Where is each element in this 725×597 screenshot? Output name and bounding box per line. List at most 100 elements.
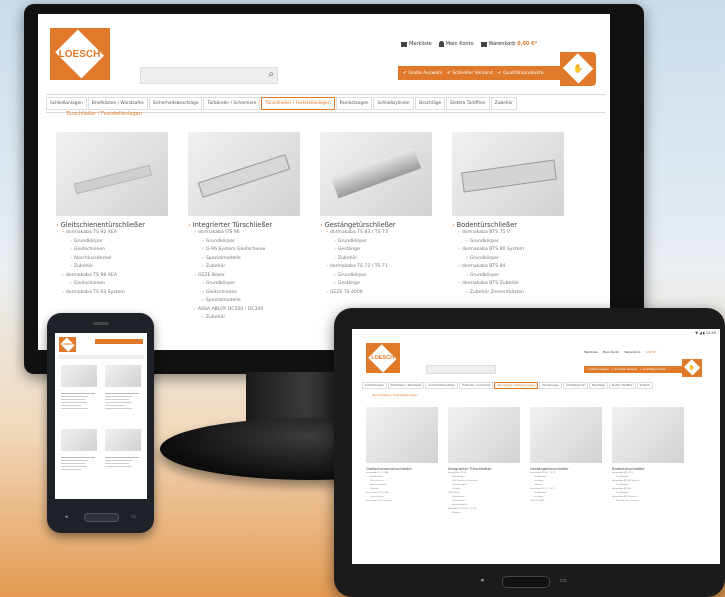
nav-item[interactable]: Briefkästen / Wandsafes [388,382,425,389]
product-image[interactable] [61,365,97,387]
list-item[interactable]: Zubehör Zementkästen [612,499,684,503]
product-image[interactable] [320,132,432,216]
list-item[interactable]: › Grundkörper [56,238,168,247]
nav-item[interactable]: Zubehör [490,97,517,110]
product-image[interactable] [105,429,141,451]
list-item[interactable]: › Gleitschienen [56,246,168,255]
product-image[interactable] [105,365,141,387]
home-button[interactable] [84,513,119,522]
list-item[interactable]: › Zubehör [320,255,432,264]
list-item[interactable]: › dormakaba BTS Zubehör [452,280,564,289]
category-title[interactable]: › Integrierter Türschließer [188,221,300,229]
list-item[interactable]: › Grundkörper [452,272,564,281]
product-image[interactable] [188,132,300,216]
nav-item[interactable]: Türbänder / Scharniere [458,382,494,389]
product-card[interactable]: › Integrierter Türschließer › dormakaba IT… [188,132,300,323]
tablet-home-button[interactable] [502,576,550,588]
product-card[interactable]: › Bodentürschließer › dormakaba BTS 75 V ›… [452,132,564,297]
list-item[interactable]: › Zubehör Zementkästen [452,289,564,298]
list-item[interactable]: › Zubehör [188,314,300,323]
account-link[interactable]: Mein Konto [438,41,474,47]
breadcrumb[interactable]: Türschließer / Feststellanlagen [66,111,142,117]
list-item[interactable]: › Grundkörper [188,280,300,289]
nav-item-active[interactable]: Türschließer / Feststellanlagen [261,97,335,110]
tablet-logo[interactable]: LOESCH [366,343,400,373]
product-image[interactable] [530,407,602,463]
list-item[interactable]: › Zubehör [188,263,300,272]
cart-link[interactable]: Warenkorb [624,350,640,354]
nav-item[interactable]: Briefkästen / Wandsafes [87,97,148,110]
category-title[interactable]: › Bodentürschließer [452,221,564,229]
list-item[interactable]: › dormakaba TS 98 XEA [56,272,168,281]
recent-apps-icon[interactable]: ▭ [560,576,567,584]
list-item[interactable]: › Zubehör [56,263,168,272]
list-item[interactable]: › Grundkörper [320,272,432,281]
product-card[interactable]: Gleitschienentürschließer dormakaba TS 9… [366,407,438,503]
brand-logo[interactable]: LOESCH [50,28,110,80]
nav-item[interactable]: Sicherheitsbeschläge [148,97,203,110]
list-item[interactable]: › Gleitschienen [56,280,168,289]
product-card[interactable]: › Gleitschienentürschließer › dormakaba TS… [56,132,168,297]
list-item[interactable]: › ASSA ABLOY DC500 / DC300 [188,306,300,315]
list-item[interactable]: › Spezialmodelle [188,255,300,264]
list-item[interactable]: Zubehör [448,511,520,515]
product-card[interactable]: Bodentürschließer dormakaba BTS 75 V Gru… [612,407,684,503]
product-image[interactable] [61,429,97,451]
phone-logo[interactable]: LOESCH [59,337,76,352]
account-link[interactable]: Mein Konto [603,350,620,354]
search-input[interactable]: ⌕ [140,67,278,84]
nav-item[interactable]: Sicherheitsbeschläge [425,382,458,389]
nav-item[interactable]: Elektro Türöffner [608,382,636,389]
product-image[interactable] [448,407,520,463]
list-item[interactable]: › Gestänge [320,246,432,255]
nav-item[interactable]: Türbänder / Scharniere [203,97,261,110]
nav-item[interactable]: Elektro Türöffner [446,97,490,110]
breadcrumb[interactable]: Türschließer / Feststellanlagen [372,393,418,397]
product-card[interactable]: Integrierter Türschließer dormakaba ITS … [448,407,520,515]
product-image[interactable] [56,132,168,216]
list-item[interactable]: › GEZE Boxer [188,272,300,281]
nav-item[interactable]: Panikstangen [539,382,563,389]
product-image[interactable] [366,407,438,463]
product-card[interactable]: › Gestängetürschließer › dormakaba TS 83 /… [320,132,432,297]
product-card[interactable]: Gestängetürschließer dormakaba TS 83 / T… [530,407,602,503]
search-icon[interactable]: ⌕ [268,69,274,80]
nav-item[interactable]: Beschläge [415,97,446,110]
product-image[interactable] [452,132,564,216]
list-item[interactable]: › dormakaba TS 72 / TS 71 [320,263,432,272]
back-icon[interactable]: ◂ [65,514,68,520]
wishlist-link[interactable]: Merkliste [401,41,432,47]
list-item[interactable]: dormakaba TS 93 System [366,499,438,503]
nav-item[interactable]: Beschläge [589,382,608,389]
list-item[interactable]: › Grundkörper [452,238,564,247]
recent-apps-icon[interactable]: ▭ [131,514,136,520]
cart-link[interactable]: Warenkorb 0,00 €* [480,41,537,47]
nav-item[interactable]: Panikstangen [335,97,373,110]
list-item[interactable]: › dormakaba ITS 96 [188,229,300,238]
list-item[interactable]: › Grundkörper [452,255,564,264]
phone-search-input[interactable] [58,355,144,359]
list-item[interactable]: › GEZE TS 4000 [320,289,432,298]
list-item[interactable]: › Grundkörper [320,238,432,247]
list-item[interactable]: › Grundkörper [188,238,300,247]
nav-item[interactable]: Schließzylinder [563,382,589,389]
list-item[interactable]: › dormakaba BTS 80 System [452,246,564,255]
list-item[interactable]: GEZE TS 4000 [530,499,602,503]
list-item[interactable]: › dormakaba TS 93 System [56,289,168,298]
nav-item[interactable]: Zubehör [636,382,654,389]
list-item[interactable]: › G-96 System Gleitschiene [188,246,300,255]
nav-item[interactable]: Schließzylinder [373,97,415,110]
list-item[interactable]: › Abschlussdeckel [56,255,168,264]
tablet-search-input[interactable] [426,365,496,374]
list-item[interactable]: › dormakaba BTS 75 V [452,229,564,238]
nav-item[interactable]: Schließanlagen [362,382,388,389]
list-item[interactable]: › Gestänge [320,280,432,289]
list-item[interactable]: › dormakaba TS 83 / TS 73 [320,229,432,238]
list-item[interactable]: › dormakaba BTS 84 [452,263,564,272]
list-item[interactable]: › dormakaba TS 92 XEA [56,229,168,238]
nav-item-active[interactable]: Türschließer / Feststellanlagen [494,382,539,389]
list-item[interactable]: › Spezialmodelle [188,297,300,306]
product-image[interactable] [612,407,684,463]
back-icon[interactable]: ◂ [480,576,484,584]
nav-item[interactable]: Schließanlagen [46,97,87,110]
